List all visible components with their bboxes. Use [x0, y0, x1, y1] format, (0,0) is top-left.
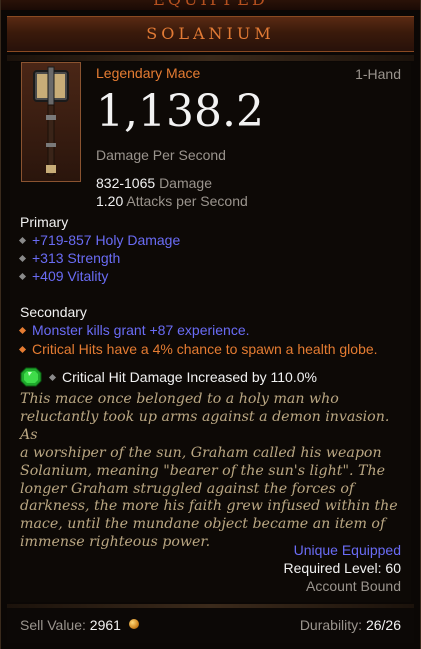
bullet-icon: [18, 236, 27, 245]
flavor-line: mace, until the mundane object became an…: [20, 516, 386, 533]
flavor-line: This mace once belonged to a holy man wh…: [20, 391, 339, 407]
aps-value: 1.20: [96, 193, 124, 209]
durability-label: Durability:: [299, 617, 363, 633]
required-level: Required Level: 60: [283, 560, 401, 576]
durability-value: 26/26: [365, 617, 401, 633]
flavor-line: darkness, the more his faith grew infuse…: [20, 498, 398, 515]
primary-stat: +409 Vitality: [18, 268, 109, 284]
bullet-icon: [18, 345, 27, 354]
secondary-stat-text: Monster kills grant +87 experience.: [32, 322, 250, 338]
secondary-stat: Monster kills grant +87 experience.: [18, 322, 250, 338]
secondary-stat-text: Critical Hits have a 4% chance to spawn …: [32, 341, 378, 357]
bullet-icon: [48, 373, 57, 382]
sell-value-row: Sell Value: 2961: [20, 617, 121, 633]
secondary-heading: Secondary: [20, 304, 87, 320]
gem-socket-row: Critical Hit Damage Increased by 110.0%: [48, 369, 317, 385]
aps-label: Attacks per Second: [126, 193, 248, 209]
bullet-icon: [18, 326, 27, 335]
primary-heading: Primary: [20, 214, 69, 230]
primary-stat: +719-857 Holy Damage: [18, 232, 181, 248]
damage-row: 832-1065 Damage: [96, 175, 212, 191]
sell-value-label: Sell Value:: [20, 617, 86, 633]
durability-row: Durability: 26/26: [300, 617, 401, 633]
flavor-line: a worshiper of the sun, Graham called hi…: [20, 444, 382, 461]
account-bound: Account Bound: [306, 578, 401, 594]
item-tooltip: EQUIPPED SOLANIUM Legendary Mace 1-Hand …: [0, 0, 421, 649]
flavor-line: Solanium, meaning "bearer of the sun's l…: [20, 462, 386, 479]
equipped-label: EQUIPPED: [1, 0, 420, 9]
equipped-banner: EQUIPPED: [1, 0, 420, 10]
flavor-line: longer Graham struggled against the forc…: [20, 480, 355, 497]
header-divider: [7, 55, 414, 61]
emerald-gem-icon: [20, 367, 42, 387]
gold-coin-icon: [129, 619, 139, 629]
item-name: SOLANIUM: [146, 24, 275, 43]
bullet-icon: [18, 254, 27, 263]
item-title-bar: SOLANIUM: [7, 16, 414, 52]
primary-stat-text: +313 Strength: [32, 250, 121, 266]
item-slot: 1-Hand: [355, 66, 401, 82]
primary-stat: +313 Strength: [18, 250, 121, 266]
gem-effect: Critical Hit Damage Increased by 110.0%: [62, 369, 317, 385]
sell-value: 2961: [89, 617, 121, 633]
bullet-icon: [18, 272, 27, 281]
dps-value: 1,138.2: [96, 86, 264, 137]
secondary-stat: Critical Hits have a 4% chance to spawn …: [18, 341, 378, 357]
flavor-line: reluctantly took up arms against a demon…: [20, 408, 390, 443]
damage-label: Damage: [159, 175, 212, 191]
dps-label: Damage Per Second: [96, 147, 226, 163]
aps-row: 1.20 Attacks per Second: [96, 193, 248, 209]
primary-stat-text: +409 Vitality: [32, 268, 109, 284]
item-type: Legendary Mace: [96, 65, 201, 81]
damage-value: 832-1065: [96, 175, 156, 191]
mace-icon: [33, 66, 69, 176]
item-icon-frame: [21, 62, 81, 182]
primary-stat-text: +719-857 Holy Damage: [32, 232, 181, 248]
flavor-text: This mace once belonged to a holy man wh…: [20, 391, 404, 552]
unique-equipped: Unique Equipped: [293, 542, 401, 558]
